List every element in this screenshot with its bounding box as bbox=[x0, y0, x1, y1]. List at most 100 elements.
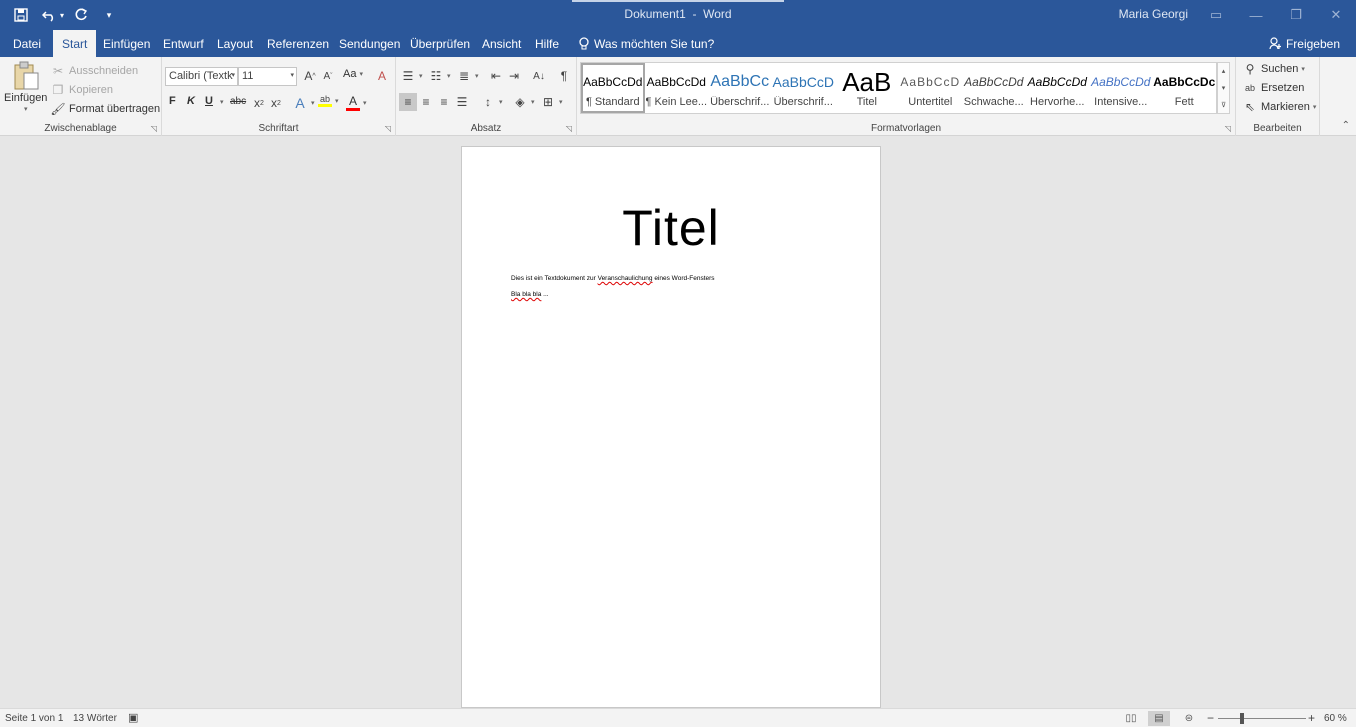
sort-button[interactable]: A↓ bbox=[531, 68, 547, 84]
multilevel-list-button[interactable]: ≣ ▾ bbox=[456, 68, 479, 84]
print-layout-icon[interactable]: ▤ bbox=[1148, 711, 1170, 726]
tab-hilfe[interactable]: Hilfe bbox=[526, 30, 568, 57]
tab-datei[interactable]: Datei bbox=[4, 30, 50, 57]
web-layout-icon[interactable]: ⊜ bbox=[1178, 711, 1200, 726]
style-strong[interactable]: AaBbCcDc Fett bbox=[1153, 63, 1217, 113]
tab-ansicht[interactable]: Ansicht bbox=[473, 30, 530, 57]
highlight-button[interactable]: ab ▾ bbox=[318, 94, 339, 107]
style-subtle-emphasis[interactable]: AaBbCcDd Schwache... bbox=[962, 63, 1026, 113]
clipboard-launcher-icon[interactable]: ◹ bbox=[151, 124, 157, 133]
cut-button[interactable]: ✂ Ausschneiden bbox=[50, 63, 138, 79]
increase-indent-button[interactable]: ⇥ bbox=[506, 68, 522, 84]
read-mode-icon[interactable]: ▯▯ bbox=[1120, 711, 1142, 726]
spelling-error-word[interactable]: Veranschaulichung bbox=[598, 275, 653, 282]
share-person-icon bbox=[1269, 37, 1281, 50]
close-icon[interactable]: ✕ bbox=[1316, 0, 1356, 30]
format-painter-button[interactable]: 🖌 Format übertragen bbox=[50, 101, 160, 117]
bold-button[interactable]: F bbox=[169, 95, 176, 107]
style-emphasis[interactable]: AaBbCcDd Hervorhe... bbox=[1026, 63, 1090, 113]
paragraph-launcher-icon[interactable]: ◹ bbox=[566, 124, 572, 133]
font-launcher-icon[interactable]: ◹ bbox=[385, 124, 391, 133]
select-button[interactable]: ⇖ Markieren ▾ bbox=[1242, 99, 1316, 115]
tab-start[interactable]: Start bbox=[53, 30, 97, 57]
zoom-out-icon[interactable]: − bbox=[1207, 711, 1214, 725]
superscript-icon: x2 bbox=[271, 96, 281, 110]
underline-dropdown-icon[interactable]: ▾ bbox=[220, 98, 224, 106]
underline-button[interactable]: U bbox=[205, 95, 213, 107]
align-center-button[interactable]: ≡ bbox=[418, 94, 434, 110]
text-effects-button[interactable]: A ▾ bbox=[292, 95, 315, 111]
word-count[interactable]: 13 Wörter bbox=[73, 713, 117, 724]
text-effects-dropdown-icon: ▾ bbox=[311, 100, 315, 107]
font-size-select[interactable]: 11 ▾ bbox=[238, 67, 297, 86]
style-no-spacing[interactable]: AaBbCcDd ¶ Kein Lee... bbox=[645, 63, 709, 113]
font-family-select[interactable]: Calibri (Textk ▾ bbox=[165, 67, 238, 86]
share-button[interactable]: Freigeben bbox=[1269, 30, 1340, 57]
document-page[interactable]: Titel Dies ist ein Textdokument zur Vera… bbox=[461, 146, 881, 708]
copy-button[interactable]: ❐ Kopieren bbox=[50, 82, 113, 98]
zoom-slider[interactable] bbox=[1218, 718, 1306, 719]
style-standard[interactable]: AaBbCcDd ¶ Standard bbox=[581, 63, 645, 113]
tab-entwurf[interactable]: Entwurf bbox=[154, 30, 213, 57]
user-name[interactable]: Maria Georgi bbox=[1119, 7, 1188, 21]
subscript-button[interactable]: x2 bbox=[251, 95, 267, 111]
replace-button[interactable]: ab Ersetzen bbox=[1242, 80, 1304, 96]
document-paragraph-1[interactable]: Dies ist ein Textdokument zur Veranschau… bbox=[511, 275, 715, 282]
collapse-ribbon-icon[interactable]: ⌃ bbox=[1342, 120, 1350, 131]
ribbon-display-options-icon[interactable]: ▭ bbox=[1196, 0, 1236, 30]
tab-layout[interactable]: Layout bbox=[208, 30, 262, 57]
style-heading-2[interactable]: AaBbCcD Überschrif... bbox=[772, 63, 836, 113]
style-heading-1[interactable]: AaBbCc Überschrif... bbox=[708, 63, 772, 113]
zoom-in-icon[interactable]: + bbox=[1308, 711, 1315, 725]
numbering-button[interactable]: ☷ ▾ bbox=[428, 68, 451, 84]
tab-referenzen[interactable]: Referenzen bbox=[258, 30, 338, 57]
tab-ueberpruefen[interactable]: Überprüfen bbox=[401, 30, 479, 57]
paragraph-text: Dies ist ein Textdokument zur bbox=[511, 275, 598, 282]
align-left-button[interactable]: ≡ bbox=[399, 93, 417, 111]
grow-font-button[interactable]: A ^ bbox=[302, 68, 318, 84]
tab-sendungen[interactable]: Sendungen bbox=[330, 30, 409, 57]
document-paragraph-2[interactable]: Bla bla bla ... bbox=[511, 291, 549, 298]
tell-me-search[interactable]: Was möchten Sie tun? bbox=[578, 30, 714, 57]
style-preview: AaBbCcDc bbox=[1153, 75, 1216, 89]
multilevel-dropdown-icon: ▾ bbox=[475, 73, 479, 80]
bullets-button[interactable]: ☰ ▾ bbox=[400, 68, 423, 84]
proofing-icon[interactable]: ▣ bbox=[128, 711, 138, 724]
strikethrough-button[interactable]: abc bbox=[230, 96, 246, 107]
justify-button[interactable]: ☰ bbox=[454, 94, 470, 110]
restore-icon[interactable]: ❐ bbox=[1276, 0, 1316, 30]
document-area[interactable]: Titel Dies ist ein Textdokument zur Vera… bbox=[0, 136, 1356, 708]
decrease-indent-button[interactable]: ⇤ bbox=[488, 68, 504, 84]
styles-launcher-icon[interactable]: ◹ bbox=[1225, 124, 1231, 133]
gallery-up-icon[interactable]: ▴ bbox=[1222, 67, 1226, 75]
tab-einfuegen[interactable]: Einfügen bbox=[94, 30, 159, 57]
paste-button[interactable]: Einfügen ▾ bbox=[4, 61, 47, 113]
line-spacing-button[interactable]: ↕ ▾ bbox=[480, 94, 503, 110]
find-button[interactable]: ⚲ Suchen ▾ bbox=[1242, 61, 1305, 77]
shrink-font-button[interactable]: Aˇ bbox=[320, 68, 336, 84]
borders-dropdown-icon: ▾ bbox=[559, 99, 563, 106]
paste-dropdown-icon[interactable]: ▾ bbox=[24, 105, 28, 113]
change-case-button[interactable]: Aa ▾ bbox=[343, 68, 363, 80]
spelling-error-word[interactable]: Bla bla bla bbox=[511, 291, 541, 298]
italic-button[interactable]: K bbox=[187, 95, 195, 107]
clear-formatting-button[interactable]: A bbox=[374, 68, 390, 84]
superscript-button[interactable]: x2 bbox=[268, 95, 284, 111]
style-intense-emphasis[interactable]: AaBbCcDd Intensive... bbox=[1089, 63, 1153, 113]
minimize-icon[interactable]: — bbox=[1236, 0, 1276, 30]
show-marks-button[interactable]: ¶ bbox=[556, 68, 572, 84]
page-count[interactable]: Seite 1 von 1 bbox=[5, 713, 63, 724]
zoom-level[interactable]: 60 % bbox=[1324, 713, 1347, 724]
style-title[interactable]: AaB Titel bbox=[835, 63, 899, 113]
zoom-slider-thumb[interactable] bbox=[1240, 713, 1245, 724]
tell-me-label: Was möchten Sie tun? bbox=[594, 36, 715, 51]
gallery-more-icon[interactable]: ⊽ bbox=[1221, 101, 1226, 109]
gallery-down-icon[interactable]: ▾ bbox=[1222, 84, 1226, 92]
align-right-button[interactable]: ≡ bbox=[436, 94, 452, 110]
shading-button[interactable]: ◈ ▾ bbox=[512, 94, 534, 110]
document-title[interactable]: Titel bbox=[462, 199, 880, 257]
borders-button[interactable]: ⊞ ▾ bbox=[540, 94, 563, 110]
font-color-button[interactable]: A ▾ bbox=[346, 94, 367, 111]
style-subtitle[interactable]: AaBbCcD Untertitel bbox=[899, 63, 963, 113]
paragraph-text: ... bbox=[541, 291, 549, 298]
